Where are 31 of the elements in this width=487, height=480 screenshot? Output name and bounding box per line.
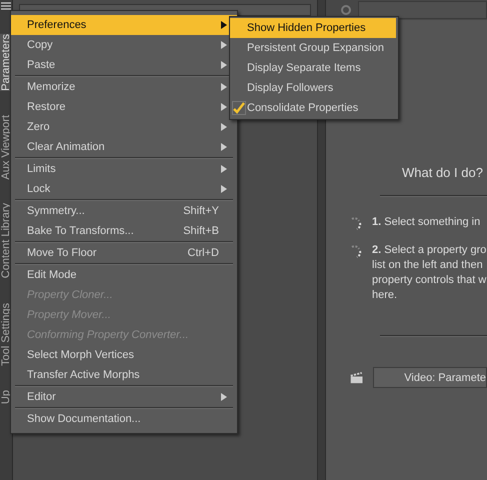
menu-item[interactable]: Consolidate Properties	[230, 98, 396, 118]
spinner-icon	[350, 217, 362, 231]
side-tab[interactable]: Aux Viewport	[0, 114, 12, 180]
menu-item[interactable]: Bake To Transforms... Shift+B	[11, 221, 237, 241]
step-text: 2. Select a property gro list on the left and then property controls that w here.	[372, 243, 486, 303]
video-button[interactable]: Video: Paramete	[373, 367, 487, 388]
menu-item[interactable]: Move To Floor Ctrl+D	[11, 243, 237, 263]
menu-icon[interactable]	[1, 2, 11, 10]
side-tab[interactable]: Up	[0, 390, 12, 404]
menu-item[interactable]: Clear Animation	[11, 137, 237, 157]
spinner-icon	[350, 245, 362, 259]
menu-item[interactable]: Symmetry... Shift+Y	[11, 201, 237, 221]
menu-item[interactable]: Transfer Active Morphs	[11, 365, 237, 385]
menu-item[interactable]: Display Followers	[230, 78, 396, 98]
search-field[interactable]	[358, 1, 487, 19]
clapperboard-icon	[350, 370, 364, 386]
menu-item[interactable]: Select Morph Vertices	[11, 345, 237, 365]
menu-item[interactable]: Persistent Group Expansion	[230, 38, 396, 58]
menu-item[interactable]: Editor	[11, 387, 237, 407]
side-tab[interactable]: Content Library	[0, 203, 12, 279]
menu-item[interactable]: Show Hidden Properties	[230, 18, 396, 38]
step-text: 1. Select something in	[372, 215, 480, 230]
menu-item[interactable]: Edit Mode	[11, 265, 237, 285]
menu-item[interactable]: Preferences	[11, 15, 237, 35]
menu-item[interactable]: Lock	[11, 179, 237, 199]
help-title: What do I do?	[401, 165, 484, 182]
menu-item[interactable]: Show Documentation...	[11, 409, 237, 429]
menu-item[interactable]: Limits	[11, 159, 237, 179]
side-tab[interactable]: Tool Settings	[0, 302, 12, 366]
menu-item[interactable]: Display Separate Items	[230, 58, 396, 78]
menu-item[interactable]: Zero	[11, 117, 237, 137]
